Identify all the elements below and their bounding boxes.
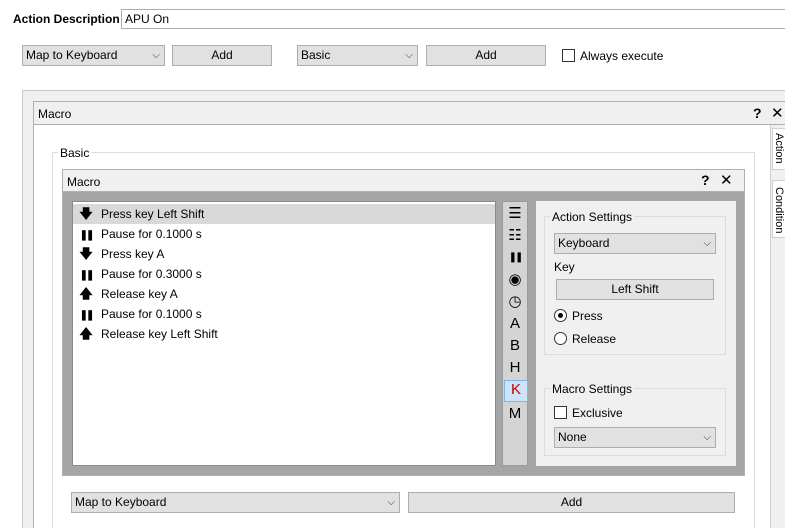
close-icon[interactable]: ✕: [720, 171, 733, 189]
release-label: Release: [572, 332, 617, 346]
bottom-map-type-select-value: Map to Keyboard: [75, 495, 167, 509]
basic-select-value: Basic: [301, 48, 331, 62]
press-label: Press: [572, 309, 603, 323]
close-icon[interactable]: ✕: [771, 104, 784, 122]
k-icon[interactable]: K: [504, 380, 528, 402]
key-button[interactable]: Left Shift: [556, 279, 714, 300]
macro-settings-title: Macro Settings: [550, 382, 635, 396]
help-icon[interactable]: ?: [753, 105, 762, 121]
tab-condition[interactable]: Condition: [772, 180, 785, 238]
action-description-label: Action Description: [13, 12, 120, 26]
list-item[interactable]: ❚❚ Pause for 0.3000 s: [73, 264, 495, 284]
action-description-input[interactable]: APU On: [121, 9, 785, 29]
bottom-add-button[interactable]: Add: [408, 492, 735, 513]
basic-group-title: Basic: [58, 146, 92, 160]
press-radio[interactable]: [554, 309, 567, 322]
device-select[interactable]: Keyboard ⌵: [554, 233, 716, 254]
pause-icon: ❚❚: [79, 270, 95, 281]
list-item-label: Pause for 0.1000 s: [101, 227, 202, 241]
help-icon[interactable]: ?: [701, 172, 710, 188]
inner-macro-titlebar: Macro ? ✕: [62, 169, 745, 192]
list-item[interactable]: 🡅 Release key Left Shift: [73, 324, 495, 344]
basic-select[interactable]: Basic ⌵: [297, 45, 418, 66]
release-radio[interactable]: [554, 332, 567, 345]
key-label: Key: [554, 260, 575, 274]
outer-macro-title: Macro: [38, 107, 72, 121]
list-item-label: Release key Left Shift: [101, 327, 218, 341]
always-execute-label: Always execute: [580, 49, 664, 63]
list-item-label: Press key A: [101, 247, 165, 261]
list-item[interactable]: 🡅 Release key A: [73, 284, 495, 304]
pause-icon: ❚❚: [79, 230, 95, 241]
arrow-up-icon: 🡅: [79, 286, 93, 301]
pause-icon[interactable]: ❚❚: [504, 248, 526, 268]
bottom-map-type-select[interactable]: Map to Keyboard ⌵: [71, 492, 400, 513]
arrow-down-icon: 🡇: [79, 246, 93, 261]
map-type-select-value: Map to Keyboard: [26, 48, 118, 62]
tab-action-label: Action: [773, 133, 785, 164]
pause-icon: ❚❚: [79, 310, 95, 321]
list-item[interactable]: 🡇 Press key A: [73, 244, 495, 264]
arrow-up-icon: 🡅: [79, 326, 93, 341]
tab-action[interactable]: Action: [772, 128, 785, 170]
m-icon[interactable]: M: [504, 404, 526, 424]
list-item[interactable]: ❚❚ Pause for 0.1000 s: [73, 304, 495, 324]
list-item[interactable]: ❚❚ Pause for 0.1000 s: [73, 224, 495, 244]
timer-icon[interactable]: ◷: [504, 292, 526, 312]
list-item-label: Release key A: [101, 287, 178, 301]
b-icon[interactable]: B: [504, 336, 526, 356]
exclusive-label: Exclusive: [572, 406, 623, 420]
chevron-down-icon: ⌵: [703, 238, 711, 249]
record-icon[interactable]: ◉: [504, 270, 526, 290]
list-item-label: Pause for 0.3000 s: [101, 267, 202, 281]
mode-select-value: None: [558, 430, 587, 444]
chevron-down-icon: ⌵: [387, 497, 395, 508]
h-icon[interactable]: H: [504, 358, 526, 378]
list-item[interactable]: 🡇 Press key Left Shift: [73, 204, 495, 224]
mode-select[interactable]: None ⌵: [554, 427, 716, 448]
a-icon[interactable]: A: [504, 314, 526, 334]
list-item-label: Press key Left Shift: [101, 207, 205, 221]
list-item-label: Pause for 0.1000 s: [101, 307, 202, 321]
add-basic-button[interactable]: Add: [426, 45, 546, 66]
list-icon[interactable]: ☰: [504, 204, 526, 224]
device-select-value: Keyboard: [558, 236, 610, 250]
chevron-down-icon: ⌵: [703, 432, 711, 443]
outer-macro-titlebar: Macro ? ✕: [33, 101, 785, 125]
chevron-down-icon: ⌵: [152, 50, 160, 61]
inner-macro-title: Macro: [67, 175, 101, 189]
action-settings-title: Action Settings: [550, 210, 635, 224]
chevron-down-icon: ⌵: [405, 50, 413, 61]
always-execute-checkbox[interactable]: [562, 49, 575, 62]
map-type-select[interactable]: Map to Keyboard ⌵: [22, 45, 165, 66]
exclusive-checkbox[interactable]: [554, 406, 567, 419]
arrow-down-icon: 🡇: [79, 206, 93, 221]
macro-toolbar: ☰ ☷ ❚❚ ◉ ◷ A B H K M: [502, 201, 528, 466]
tab-condition-label: Condition: [773, 187, 785, 234]
macro-list[interactable]: 🡇 Press key Left Shift ❚❚ Pause for 0.1000 …: [72, 201, 496, 466]
list-clear-icon[interactable]: ☷: [504, 226, 526, 246]
add-map-button[interactable]: Add: [172, 45, 272, 66]
